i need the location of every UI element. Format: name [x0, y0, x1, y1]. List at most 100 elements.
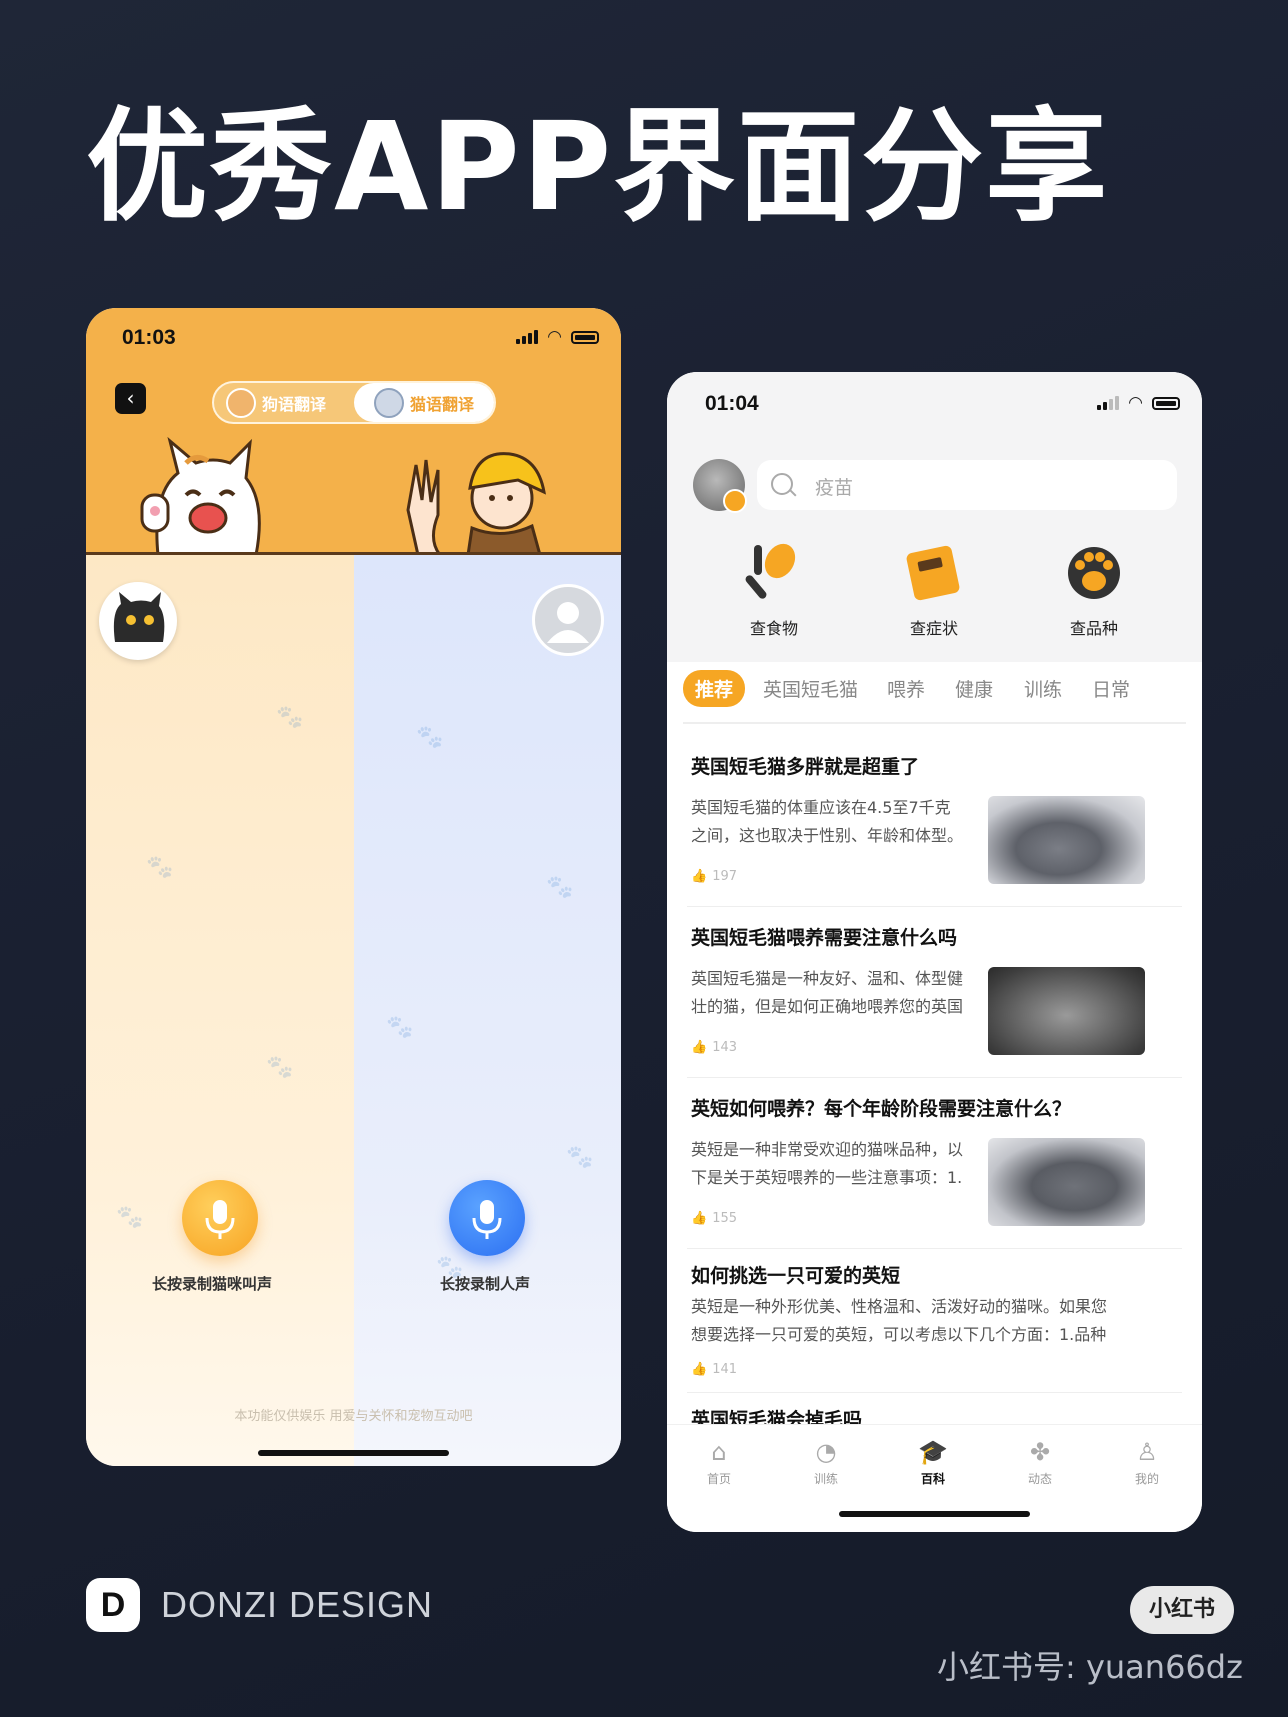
excerpt-line: 英短是一种外形优美、性格温和、活泼好动的猫咪。如果您 — [691, 1297, 1108, 1316]
article-card[interactable]: 如何挑选一只可爱的英短 英短是一种外形优美、性格温和、活泼好动的猫咪。如果您 想… — [691, 1261, 1179, 1381]
excerpt-line: 下是关于英短喂养的一些注意事项：1. — [691, 1168, 963, 1187]
tab-training[interactable]: 训练 — [1024, 675, 1062, 702]
like-count[interactable]: 👍 155 — [691, 1211, 737, 1226]
article-title: 英国短毛猫多胖就是超重了 — [691, 756, 920, 778]
article-excerpt: 英短是一种非常受欢迎的猫咪品种，以 下是关于英短喂养的一些注意事项：1. — [691, 1136, 963, 1192]
like-count[interactable]: 👍 141 — [691, 1362, 737, 1377]
graduation-cap-icon: 🎓 — [918, 1438, 948, 1466]
record-human-label: 长按录制人声 — [440, 1275, 531, 1293]
quick-action-label: 查食物 — [749, 619, 798, 638]
like-number: 141 — [712, 1362, 738, 1377]
battery-icon — [571, 330, 599, 344]
article-thumbnail — [988, 796, 1145, 884]
article-divider — [687, 1077, 1182, 1078]
article-card[interactable]: 英短如何喂养？每个年龄阶段需要注意什么？ 英短是一种非常受欢迎的猫咪品种，以 下… — [691, 1094, 1179, 1226]
home-icon: ⌂ — [711, 1438, 727, 1466]
article-card[interactable]: 英国短毛猫会掉毛吗 — [691, 1405, 1179, 1425]
thumbs-up-icon: 👍 — [691, 1211, 708, 1226]
tab-british-shorthair[interactable]: 英国短毛猫 — [763, 675, 858, 702]
quick-action-symptom[interactable]: 查症状 — [874, 539, 994, 639]
user-avatar[interactable] — [693, 459, 747, 513]
quick-action-food[interactable]: 查食物 — [714, 539, 834, 639]
excerpt-line: 英短是一种非常受欢迎的猫咪品种，以 — [691, 1140, 964, 1159]
dog-mode-label: 狗语翻译 — [262, 394, 327, 414]
record-cat-sound-button[interactable] — [182, 1180, 258, 1256]
user-avatar-placeholder — [532, 584, 604, 656]
tabs-divider — [683, 722, 1186, 724]
waving-cat-illustration — [140, 436, 261, 555]
paw-print-icon: 🐾 — [386, 1015, 414, 1040]
page-headline: 优秀APP界面分享 — [86, 96, 1110, 238]
nav-profile[interactable]: ♙ 我的 — [1117, 1437, 1177, 1487]
microphone-icon — [472, 1200, 502, 1239]
tab-health[interactable]: 健康 — [955, 675, 993, 702]
back-button[interactable]: ‹ — [115, 383, 146, 414]
user-icon: ♙ — [1136, 1438, 1158, 1466]
status-icons: ◠ — [1097, 395, 1180, 412]
account-id: 小红书号: yuan66dz — [937, 1648, 1243, 1686]
cat-mode-option[interactable]: 猫语翻译 — [354, 383, 494, 422]
donzi-logo: D — [86, 1578, 140, 1632]
article-card[interactable]: 英国短毛猫喂养需要注意什么吗 英国短毛猫是一种友好、温和、体型健 壮的猫，但是如… — [691, 923, 1179, 1055]
nav-feed[interactable]: ✤ 动态 — [1010, 1437, 1070, 1487]
article-title: 英国短毛猫喂养需要注意什么吗 — [691, 927, 958, 949]
dog-mode-option[interactable]: 狗语翻译 — [226, 383, 326, 422]
article-thumbnail — [988, 967, 1145, 1055]
search-placeholder: 疫苗 — [815, 477, 854, 499]
excerpt-line: 英国短毛猫是一种友好、温和、体型健 — [691, 969, 964, 988]
brand-name: DONZI DESIGN — [161, 1584, 434, 1625]
wifi-icon: ◠ — [547, 327, 562, 347]
symptom-book-icon — [902, 539, 966, 603]
article-thumbnail — [988, 1138, 1145, 1226]
chart-icon: ◔ — [815, 1438, 837, 1466]
search-input[interactable]: 疫苗 — [757, 460, 1177, 510]
nav-training[interactable]: ◔ 训练 — [796, 1437, 856, 1487]
tab-recommended[interactable]: 推荐 — [683, 670, 746, 707]
quick-action-label: 查品种 — [1069, 619, 1118, 638]
tab-feeding[interactable]: 喂养 — [887, 675, 925, 702]
cat-face-icon — [373, 387, 404, 418]
nav-label: 我的 — [1134, 1472, 1159, 1486]
thumbs-up-icon: 👍 — [691, 869, 708, 884]
translator-mode-toggle[interactable]: 狗语翻译 猫语翻译 — [212, 381, 496, 424]
paw-print-icon: 🐾 — [116, 1205, 144, 1230]
home-indicator[interactable] — [839, 1511, 1030, 1517]
nav-label: 训练 — [813, 1472, 838, 1486]
nav-home[interactable]: ⌂ 首页 — [689, 1437, 749, 1487]
signal-icon — [1097, 396, 1120, 410]
paw-print-icon: 🐾 — [416, 725, 444, 750]
like-number: 155 — [712, 1211, 738, 1226]
article-card[interactable]: 英国短毛猫多胖就是超重了 英国短毛猫的体重应该在4.5至7千克 之间，这也取决于… — [691, 752, 1179, 884]
like-number: 197 — [712, 869, 738, 884]
nav-label: 动态 — [1027, 1472, 1052, 1486]
waving-boy-illustration — [406, 452, 546, 555]
thumbs-up-icon: 👍 — [691, 1040, 708, 1055]
disclaimer-text: 本功能仅供娱乐 用爱与关怀和宠物互动吧 — [234, 1409, 473, 1424]
record-human-voice-button[interactable] — [449, 1180, 525, 1256]
cat-side-panel — [86, 555, 354, 1466]
translator-header: 01:03 ◠ ‹ 狗语翻译 猫语翻译 — [86, 308, 621, 555]
switch-badge-icon — [723, 489, 747, 513]
home-indicator[interactable] — [258, 1450, 449, 1456]
encyclopedia-header: 01:04 ◠ 疫苗 查食物 查症状 查品种 — [667, 372, 1202, 662]
bottom-navigation: ⌂ 首页 ◔ 训练 🎓 百科 ✤ 动态 ♙ 我的 — [667, 1424, 1202, 1532]
microphone-icon — [205, 1200, 235, 1239]
nav-encyclopedia[interactable]: 🎓 百科 — [903, 1437, 963, 1487]
excerpt-line: 之间，这也取决于性别、年龄和体型。 — [691, 826, 964, 845]
tab-daily[interactable]: 日常 — [1092, 675, 1130, 702]
translator-body: 🐾 🐾 🐾 🐾 🐾 🐾 🐾 🐾 🐾 🐾 — [86, 555, 621, 1466]
search-icon — [771, 473, 793, 495]
status-time: 01:03 — [122, 326, 176, 349]
nav-label: 百科 — [920, 1472, 945, 1486]
paw-print-icon: 🐾 — [266, 1055, 294, 1080]
signal-icon — [516, 330, 539, 344]
nav-label: 首页 — [706, 1472, 731, 1486]
status-time: 01:04 — [705, 392, 759, 415]
like-count[interactable]: 👍 143 — [691, 1040, 737, 1055]
quick-action-breed[interactable]: 查品种 — [1034, 539, 1154, 639]
like-count[interactable]: 👍 197 — [691, 869, 737, 884]
record-cat-label: 长按录制猫咪叫声 — [152, 1275, 273, 1293]
status-icons: ◠ — [516, 327, 599, 347]
paw-print-icon: 🐾 — [276, 705, 304, 730]
xiaohongshu-badge: 小红书 — [1130, 1586, 1234, 1634]
